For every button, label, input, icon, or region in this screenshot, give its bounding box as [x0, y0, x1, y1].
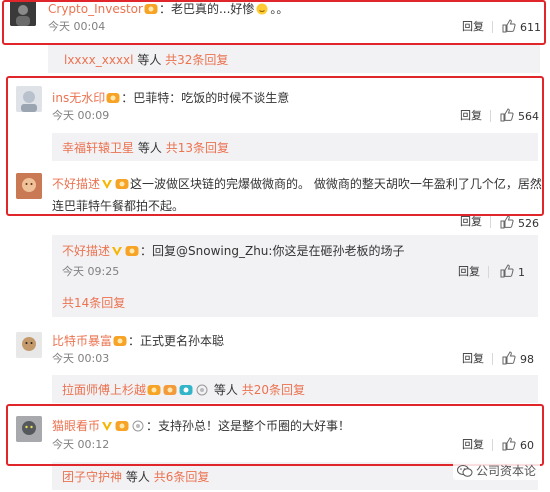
medal-icon [195, 384, 209, 396]
comment-text: 支持孙总！这是整个币圈的大好事！ [158, 419, 351, 433]
reply-text: 回复@Snowing_Zhu:你这是在砸孙老板的场子 [152, 244, 405, 258]
thumb-up-icon [502, 437, 516, 451]
comment-line: 猫眼看币 ：支持孙总！这是整个币圈的大好事！ [52, 419, 351, 433]
reply-total-link[interactable]: 共6条回复 [154, 470, 210, 484]
like-count: 611 [520, 21, 541, 34]
comment-line: Crypto_Investor ：老巴真的...好惨。。 [48, 2, 289, 16]
reply-user[interactable]: 拉面师傅上杉越 [62, 383, 146, 397]
comment-line: ins无水印 ：巴菲特：吃饭的时候不谈生意 [52, 91, 290, 105]
divider [490, 110, 491, 122]
eye-badge-icon [179, 384, 193, 396]
member-badge-icon [125, 245, 139, 257]
reply-user[interactable]: 团子守护神 [62, 470, 122, 484]
reply-button[interactable]: 回复 [458, 265, 480, 279]
username[interactable]: 比特币暴富 [52, 334, 112, 348]
username[interactable]: ins无水印 [52, 91, 105, 105]
comment-time: 今天 00:03 [52, 352, 110, 365]
reply-entry: 不好描述 ：回复@Snowing_Zhu:你这是在砸孙老板的场子 [62, 244, 405, 258]
thumb-up-icon [502, 351, 516, 365]
comment-text: 老巴真的...好惨 [170, 2, 255, 16]
like-count: 564 [518, 110, 539, 123]
reply-button[interactable]: 回复 [462, 438, 484, 452]
like-button[interactable]: 526 [500, 215, 539, 231]
member-badge-icon [147, 384, 161, 396]
thumb-up-icon [500, 215, 514, 229]
avatar[interactable] [10, 0, 36, 26]
avatar[interactable] [16, 332, 42, 358]
member-badge-icon [115, 420, 129, 432]
like-count: 526 [518, 217, 539, 230]
avatar[interactable] [16, 86, 42, 112]
reply-summary[interactable]: 拉面师傅上杉越 等人 共20条回复 [52, 375, 538, 403]
member-badge-icon [113, 335, 127, 347]
reply-time: 今天 09:25 [62, 265, 120, 278]
comment-time: 今天 00:09 [52, 109, 110, 122]
like-count: 98 [520, 353, 534, 366]
comment-time: 今天 00:04 [48, 20, 106, 33]
like-count: 1 [518, 266, 525, 279]
like-button[interactable]: 60 [502, 437, 534, 453]
reply-total-link[interactable]: 共32条回复 [165, 53, 228, 67]
divider [492, 21, 493, 33]
member-badge-icon [106, 92, 120, 104]
thumb-up-icon [500, 264, 514, 278]
member-badge-icon [163, 384, 177, 396]
comment-text: 巴菲特：吃饭的时候不谈生意 [133, 91, 290, 105]
like-button[interactable]: 98 [502, 351, 534, 367]
divider [492, 353, 493, 365]
comment-text: 正式更名孙本聪 [140, 334, 225, 348]
reply-username[interactable]: 不好描述 [62, 244, 110, 258]
wechat-icon [456, 465, 473, 477]
comment-time: 今天 00:12 [52, 438, 110, 451]
like-button[interactable]: 1 [500, 264, 525, 280]
watermark: 公司资本论 [452, 461, 540, 480]
reply-total-link[interactable]: 共13条回复 [166, 141, 229, 155]
like-count: 60 [520, 439, 534, 452]
verified-icon [101, 420, 113, 432]
username[interactable]: 猫眼看币 [52, 419, 100, 433]
medal-icon [131, 420, 145, 432]
reply-total-link[interactable]: 共20条回复 [242, 383, 305, 397]
reply-button[interactable]: 回复 [460, 215, 482, 229]
divider [488, 266, 489, 278]
thumb-up-icon [502, 19, 516, 33]
reply-user[interactable]: lxxxx_xxxxl [64, 53, 133, 67]
thumb-up-icon [500, 108, 514, 122]
reply-total-link[interactable]: 共14条回复 [62, 296, 125, 310]
member-badge-icon [144, 3, 158, 15]
divider [492, 439, 493, 451]
avatar[interactable] [16, 173, 42, 199]
reply-button[interactable]: 回复 [462, 352, 484, 366]
highlight-box [6, 404, 544, 466]
comment-line: 比特币暴富 ：正式更名孙本聪 [52, 334, 225, 348]
reply-summary[interactable]: lxxxx_xxxxl 等人 共32条回复 [48, 45, 540, 73]
divider [490, 216, 491, 228]
verified-icon [111, 245, 123, 257]
username[interactable]: Crypto_Investor [48, 2, 143, 16]
watermark-text: 公司资本论 [475, 464, 536, 478]
reply-button[interactable]: 回复 [460, 109, 482, 123]
like-button[interactable]: 611 [502, 19, 541, 35]
emoji-icon [255, 3, 269, 15]
comment-text: 这一波做区块链的完爆做微商的。 做微商的整天胡吹一年盈利了几个亿，居然连巴菲特午… [52, 177, 542, 213]
reply-summary[interactable]: 幸福轩辕卫星 等人 共13条回复 [52, 133, 538, 161]
like-button[interactable]: 564 [500, 108, 539, 124]
reply-button[interactable]: 回复 [462, 20, 484, 34]
reply-panel: 不好描述 ：回复@Snowing_Zhu:你这是在砸孙老板的场子 今天 09:25… [52, 235, 538, 317]
reply-user[interactable]: 幸福轩辕卫星 [62, 141, 134, 155]
avatar[interactable] [16, 416, 42, 442]
comment-feed: Crypto_Investor ：老巴真的...好惨。。 今天 00:04 回复 … [0, 0, 550, 492]
